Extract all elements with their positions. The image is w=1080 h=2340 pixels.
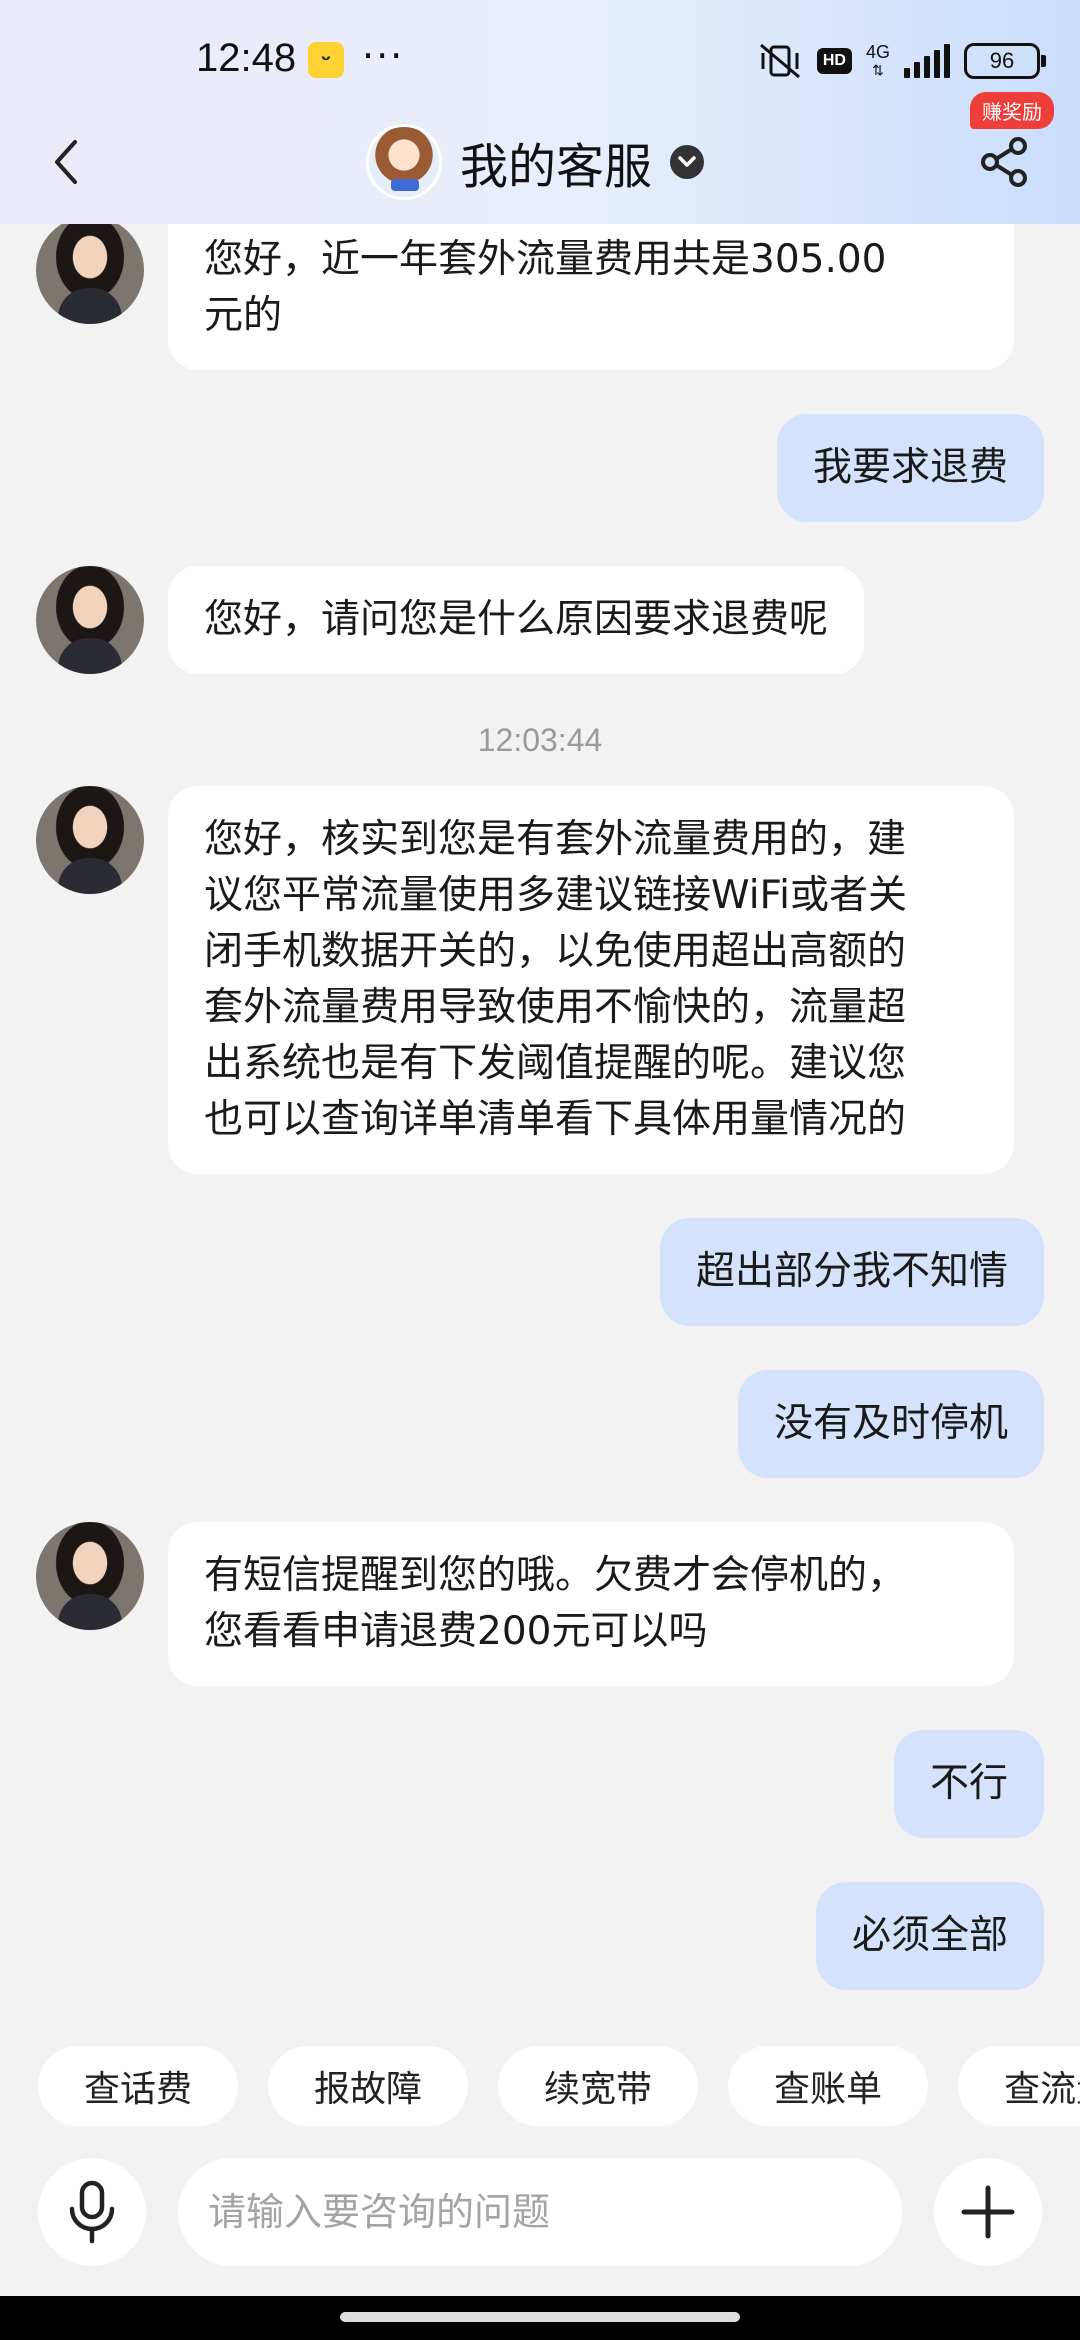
network-label: 4G xyxy=(865,42,890,62)
chevron-down-icon xyxy=(678,156,696,167)
agent-message: 有短信提醒到您的哦。欠费才会停机的， 您看看申请退费200元可以吗 xyxy=(168,1522,1014,1686)
battery-level: 96 xyxy=(989,48,1015,73)
agent-avatar xyxy=(36,786,144,894)
header: 12:48 ᵕ ··· HD 4G ⇅ 96 我的客服 赚奖励 xyxy=(0,0,1080,224)
chat-list[interactable]: 您好，近一年套外流量费用共是305.00 元的 我要求退费 您好，请问您是什么原… xyxy=(0,224,1080,2024)
user-message: 必须全部 xyxy=(815,1882,1044,1990)
status-icons: HD 4G ⇅ 96 xyxy=(757,36,1046,86)
share-icon xyxy=(981,137,1027,187)
back-arrow-icon xyxy=(55,140,77,184)
user-message: 没有及时停机 xyxy=(737,1370,1044,1478)
dropdown-toggle[interactable] xyxy=(670,145,705,179)
plus-icon xyxy=(961,2185,1015,2239)
agent-message: 您好，请问您是什么原因要求退费呢 xyxy=(168,566,865,674)
input-bar xyxy=(0,2150,1080,2280)
quick-reply-chip[interactable]: 查账单 xyxy=(728,2046,929,2126)
reward-badge[interactable]: 赚奖励 xyxy=(970,92,1054,129)
user-message: 我要求退费 xyxy=(776,414,1044,522)
data-arrows-icon: ⇅ xyxy=(872,62,884,78)
user-message: 超出部分我不知情 xyxy=(659,1218,1044,1326)
app-notification-icon: ᵕ xyxy=(308,42,344,78)
microphone-icon xyxy=(69,2180,115,2244)
share-button[interactable] xyxy=(974,132,1034,192)
agent-avatar xyxy=(36,1522,144,1630)
service-avatar xyxy=(366,124,442,200)
voice-button[interactable] xyxy=(38,2158,146,2266)
back-button[interactable] xyxy=(46,132,86,192)
quick-reply-chip[interactable]: 查话费 xyxy=(38,2046,239,2126)
quick-reply-chip[interactable]: 查流量 xyxy=(958,2046,1080,2126)
message-input[interactable] xyxy=(178,2158,902,2266)
agent-message: 您好，核实到您是有套外流量费用的，建 议您平常流量使用多建议链接WiFi或者关 … xyxy=(168,786,1014,1174)
battery-icon: 96 xyxy=(964,43,1046,79)
message-timestamp: 12:03:44 xyxy=(477,722,603,758)
service-title-group[interactable]: 我的客服 xyxy=(366,120,705,204)
user-message: 不行 xyxy=(893,1730,1044,1838)
quick-reply-bar: 查话费 报故障 续宽带 查账单 查流量 xyxy=(38,2046,1080,2128)
agent-avatar xyxy=(36,566,144,674)
agent-avatar xyxy=(36,224,144,324)
more-notifications-icon: ··· xyxy=(362,34,405,78)
signal-icon xyxy=(904,44,950,78)
home-indicator[interactable] xyxy=(340,2312,740,2322)
status-time: 12:48 xyxy=(196,36,297,80)
agent-message: 您好，近一年套外流量费用共是305.00 元的 xyxy=(168,224,1014,370)
network-type: 4G ⇅ xyxy=(866,43,890,79)
chat-screen: 12:48 ᵕ ··· HD 4G ⇅ 96 我的客服 赚奖励 您好，近一年套外… xyxy=(0,0,1080,2340)
mute-vibrate-icon xyxy=(759,43,800,79)
more-button[interactable] xyxy=(934,2158,1042,2266)
page-title: 我的客服 xyxy=(460,139,653,195)
hd-badge: HD xyxy=(816,48,852,74)
status-bar: 12:48 ᵕ ··· HD 4G ⇅ 96 xyxy=(0,0,1080,120)
quick-reply-chip[interactable]: 报故障 xyxy=(268,2046,469,2126)
quick-reply-chip[interactable]: 续宽带 xyxy=(498,2046,699,2126)
system-nav-bar xyxy=(0,2296,1080,2340)
nav-bar: 我的客服 xyxy=(0,112,1080,212)
